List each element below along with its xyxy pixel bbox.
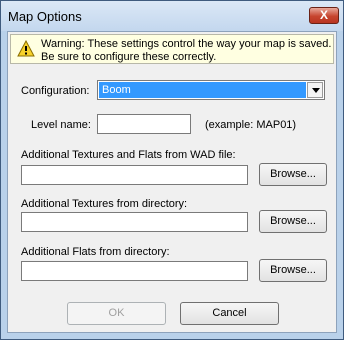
dir-textures-label: Additional Textures from directory: bbox=[21, 198, 188, 210]
title-bar[interactable]: Map Options X bbox=[1, 1, 343, 31]
warning-text-line1: Warning: These settings control the way … bbox=[41, 38, 332, 50]
configuration-select[interactable]: Boom bbox=[97, 80, 325, 100]
warning-icon bbox=[17, 40, 35, 57]
dir-flats-label: Additional Flats from directory: bbox=[21, 246, 170, 258]
ok-button[interactable]: OK bbox=[67, 302, 166, 325]
level-name-example: (example: MAP01) bbox=[205, 119, 297, 131]
window-title: Map Options bbox=[8, 9, 82, 24]
cancel-button[interactable]: Cancel bbox=[180, 302, 279, 325]
configuration-label: Configuration: bbox=[21, 85, 90, 97]
warning-banner: Warning: These settings control the way … bbox=[10, 34, 334, 64]
chevron-down-icon[interactable] bbox=[307, 82, 323, 98]
level-name-input[interactable] bbox=[97, 114, 191, 134]
wad-browse-button[interactable]: Browse... bbox=[259, 163, 327, 186]
map-options-dialog: Map Options X Warning: These settings co… bbox=[0, 0, 344, 340]
dir-flats-browse-button[interactable]: Browse... bbox=[259, 259, 327, 282]
dir-textures-browse-button[interactable]: Browse... bbox=[259, 210, 327, 233]
dir-textures-input[interactable] bbox=[21, 212, 248, 232]
warning-text-line2: Be sure to configure these correctly. bbox=[41, 51, 217, 63]
configuration-selected-value: Boom bbox=[99, 82, 306, 98]
wad-textures-label: Additional Textures and Flats from WAD f… bbox=[21, 149, 236, 161]
wad-textures-input[interactable] bbox=[21, 165, 248, 185]
dialog-body: Warning: These settings control the way … bbox=[7, 31, 337, 333]
close-button[interactable]: X bbox=[309, 7, 339, 24]
level-name-label: Level name: bbox=[31, 119, 91, 131]
dir-flats-input[interactable] bbox=[21, 261, 248, 281]
